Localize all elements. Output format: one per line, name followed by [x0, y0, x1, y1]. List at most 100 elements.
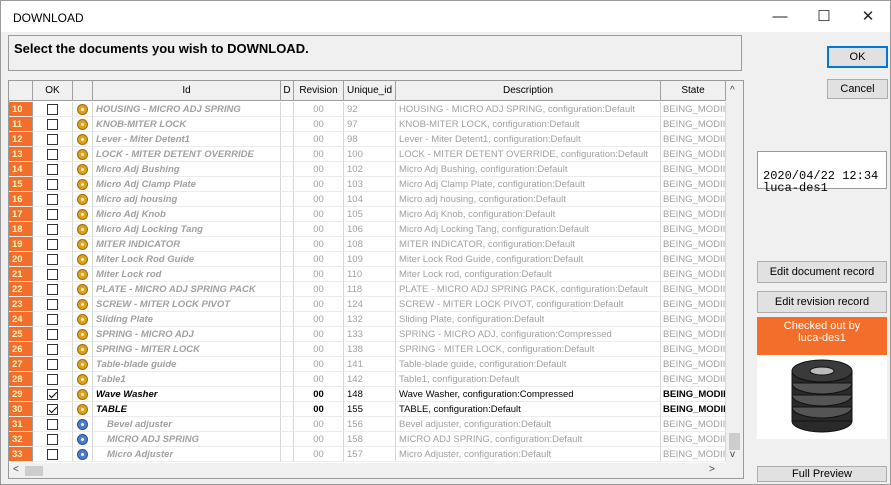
ok-checkbox[interactable] [47, 134, 58, 145]
row-state: BEING_MODII [661, 177, 726, 192]
ok-checkbox[interactable] [47, 404, 58, 415]
table-row[interactable]: 24 Sliding Plate 00 132 Sliding Plate, confi… [9, 312, 743, 327]
ok-checkbox[interactable] [47, 314, 58, 325]
table-row[interactable]: 25 SPRING - MICRO ADJ 00 133 SPRING - MICRO … [9, 327, 743, 342]
ok-checkbox[interactable] [47, 194, 58, 205]
table-row[interactable]: 11 KNOB-MITER LOCK 00 97 KNOB-MITER LOCK, co… [9, 117, 743, 132]
ok-checkbox-cell [33, 282, 73, 297]
row-id: Bevel adjuster [93, 417, 281, 432]
checkout-user: luca-des1 [763, 181, 828, 195]
header-unique-id[interactable]: Unique_id [344, 81, 396, 101]
ok-checkbox[interactable] [47, 224, 58, 235]
ok-checkbox[interactable] [47, 284, 58, 295]
ok-checkbox-cell [33, 237, 73, 252]
ok-checkbox-cell [33, 342, 73, 357]
header-description[interactable]: Description [396, 81, 661, 101]
minimize-button[interactable]: — [758, 1, 802, 32]
ok-checkbox[interactable] [47, 209, 58, 220]
table-row[interactable]: 31 Bevel adjuster 00 156 Bevel adjuster, con… [9, 417, 743, 432]
ok-checkbox[interactable] [47, 449, 58, 460]
table-row[interactable]: 19 MITER INDICATOR 00 108 MITER INDICATOR, c… [9, 237, 743, 252]
part-icon [77, 299, 88, 310]
edit-revision-record-button[interactable]: Edit revision record [757, 291, 887, 313]
header-state[interactable]: State [661, 81, 726, 101]
row-id: Miter Lock Rod Guide [93, 252, 281, 267]
ok-checkbox[interactable] [47, 359, 58, 370]
row-id: SPRING - MICRO ADJ [93, 327, 281, 342]
table-row[interactable]: 28 Table1 00 142 Table1, configuration:Defau… [9, 372, 743, 387]
horizontal-scroll-thumb[interactable] [25, 466, 43, 476]
table-row[interactable]: 29 Wave Washer 00 148 Wave Washer, configura… [9, 387, 743, 402]
table-row[interactable]: 14 Micro Adj Bushing 00 102 Micro Adj Bushin… [9, 162, 743, 177]
row-state: BEING_MODII [661, 207, 726, 222]
table-row[interactable]: 30 TABLE 00 155 TABLE, configuration:Default… [9, 402, 743, 417]
table-row[interactable]: 21 Miter Lock rod 00 110 Miter Lock rod, con… [9, 267, 743, 282]
document-preview [757, 355, 887, 439]
table-row[interactable]: 33 Micro Adjuster 00 157 Micro Adjuster, con… [9, 447, 743, 462]
ok-checkbox[interactable] [47, 419, 58, 430]
ok-button[interactable]: OK [827, 46, 888, 68]
close-button[interactable]: ✕ [846, 1, 890, 32]
ok-checkbox[interactable] [47, 389, 58, 400]
instruction-text: Select the documents you wish to DOWNLOA… [14, 41, 309, 56]
ok-checkbox[interactable] [47, 434, 58, 445]
table-row[interactable]: 10 HOUSING - MICRO ADJ SPRING 00 92 HOUSING … [9, 102, 743, 117]
edit-document-record-button[interactable]: Edit document record [757, 261, 887, 283]
ok-checkbox[interactable] [47, 104, 58, 115]
table-row[interactable]: 16 Micro adj housing 00 104 Micro adj housin… [9, 192, 743, 207]
ok-checkbox[interactable] [47, 374, 58, 385]
table-row[interactable]: 23 SCREW - MITER LOCK PIVOT 00 124 SCREW - M… [9, 297, 743, 312]
scroll-left-icon[interactable]: < [13, 464, 19, 475]
table-row[interactable]: 18 Micro Adj Locking Tang 00 106 Micro Adj L… [9, 222, 743, 237]
row-number: 13 [9, 147, 33, 162]
header-d[interactable]: D [281, 81, 294, 101]
table-row[interactable]: 22 PLATE - MICRO ADJ SPRING PACK 00 118 PLAT… [9, 282, 743, 297]
table-row[interactable]: 17 Micro Adj Knob 00 105 Micro Adj Knob, con… [9, 207, 743, 222]
header-ok[interactable]: OK [33, 81, 73, 101]
row-description: Micro Adj Bushing, configuration:Default [396, 162, 661, 177]
ok-checkbox[interactable] [47, 344, 58, 355]
maximize-button[interactable]: ☐ [802, 1, 846, 32]
part-icon [77, 119, 88, 130]
ok-checkbox[interactable] [47, 179, 58, 190]
ok-checkbox-cell [33, 252, 73, 267]
table-row[interactable]: 15 Micro Adj Clamp Plate 00 103 Micro Adj Cl… [9, 177, 743, 192]
table-row[interactable]: 26 SPRING - MITER LOCK 00 138 SPRING - MITER… [9, 342, 743, 357]
scroll-up-icon[interactable]: ^ [730, 85, 735, 96]
header-revision[interactable]: Revision [294, 81, 344, 101]
ok-checkbox[interactable] [47, 239, 58, 250]
row-unique-id: 108 [344, 237, 396, 252]
row-unique-id: 124 [344, 297, 396, 312]
scroll-right-icon[interactable]: > [709, 464, 715, 475]
cancel-button[interactable]: Cancel [827, 79, 888, 99]
type-icon-cell [73, 102, 93, 117]
table-row[interactable]: 27 Table-blade guide 00 141 Table-blade guid… [9, 357, 743, 372]
ok-checkbox[interactable] [47, 119, 58, 130]
part-icon [77, 104, 88, 115]
row-description: Wave Washer, configuration:Compressed [396, 387, 661, 402]
table-row[interactable]: 12 Lever - Miter Detent1 00 98 Lever - Miter… [9, 132, 743, 147]
row-unique-id: 158 [344, 432, 396, 447]
scroll-down-icon[interactable]: v [730, 449, 735, 460]
header-id[interactable]: Id [93, 81, 281, 101]
checked-out-banner: Checked out by luca-des1 [757, 317, 887, 355]
type-icon-cell [73, 222, 93, 237]
vertical-scrollbar[interactable]: ^ v [726, 81, 743, 463]
ok-checkbox[interactable] [47, 254, 58, 265]
table-row[interactable]: 32 MICRO ADJ SPRING 00 158 MICRO ADJ SPRING,… [9, 432, 743, 447]
ok-checkbox[interactable] [47, 164, 58, 175]
ok-checkbox[interactable] [47, 269, 58, 280]
vertical-scroll-thumb[interactable] [729, 433, 740, 450]
ok-checkbox-cell [33, 162, 73, 177]
row-revision: 00 [294, 432, 344, 447]
ok-checkbox[interactable] [47, 149, 58, 160]
ok-checkbox[interactable] [47, 329, 58, 340]
document-grid: OK Id D Revision Unique_id Description S… [8, 80, 744, 479]
horizontal-scrollbar[interactable]: < > [9, 463, 743, 478]
table-row[interactable]: 20 Miter Lock Rod Guide 00 109 Miter Lock Ro… [9, 252, 743, 267]
row-description: Table-blade guide, configuration:Default [396, 357, 661, 372]
full-preview-button[interactable]: Full Preview [757, 466, 887, 482]
ok-checkbox[interactable] [47, 299, 58, 310]
table-row[interactable]: 13 LOCK - MITER DETENT OVERRIDE 00 100 LOCK … [9, 147, 743, 162]
row-description: Micro Adj Knob, configuration:Default [396, 207, 661, 222]
